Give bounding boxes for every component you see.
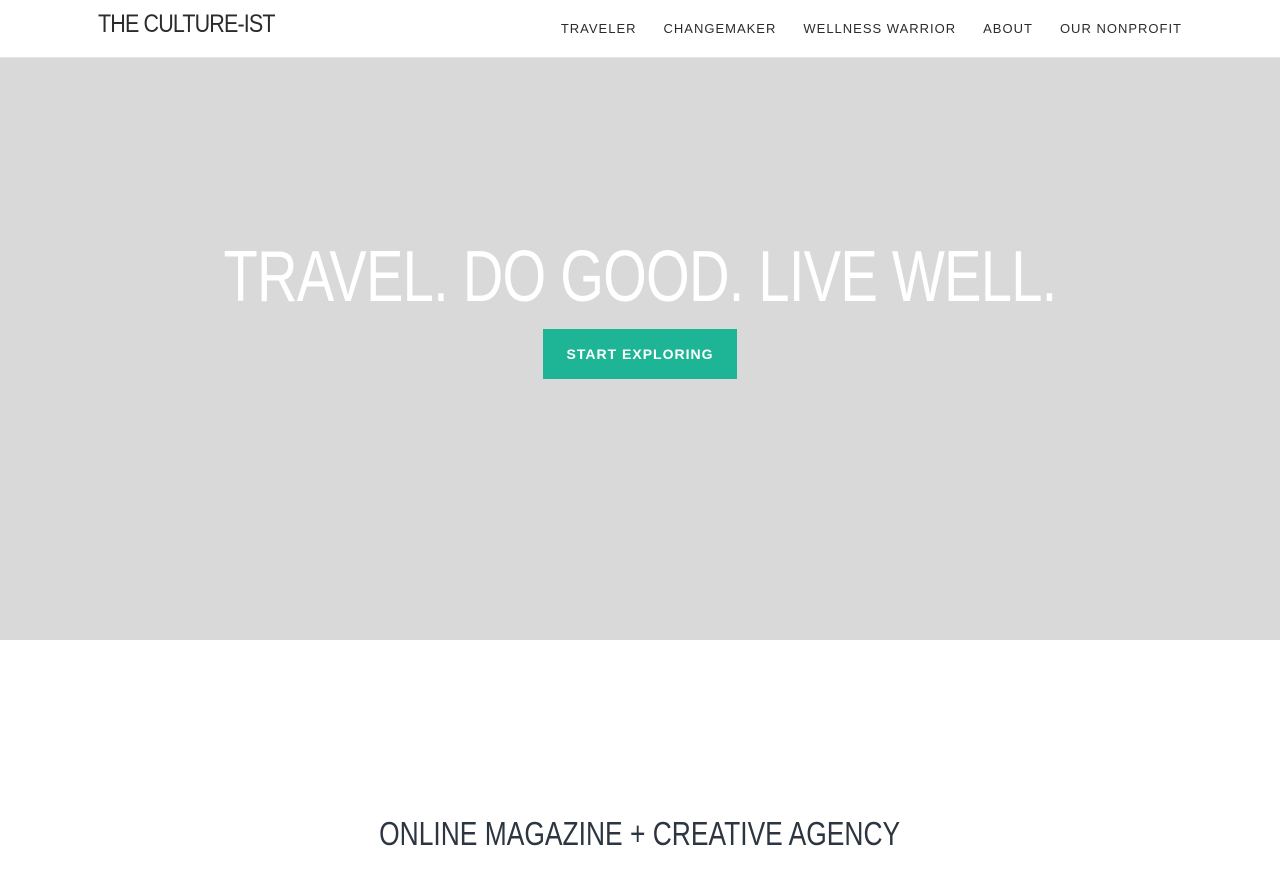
site-logo[interactable]: THE CULTURE-IST [98,10,275,39]
nav-item-traveler[interactable]: TRAVELER [561,21,637,36]
main-nav: TRAVELER CHANGEMAKER WELLNESS WARRIOR AB… [534,0,1182,57]
hero-section: TRAVEL. DO GOOD. LIVE WELL. START EXPLOR… [0,58,1280,640]
tagline-text: ONLINE MAGAZINE + CREATIVE AGENCY [379,815,901,853]
hero-title: TRAVEL. DO GOOD. LIVE WELL. [0,241,1280,313]
section-tagline: ONLINE MAGAZINE + CREATIVE AGENCY [0,815,1280,853]
start-exploring-button[interactable]: START EXPLORING [543,329,737,379]
nav-item-about[interactable]: ABOUT [983,21,1033,36]
nav-item-wellness-warrior[interactable]: WELLNESS WARRIOR [803,21,956,36]
hero-title-text: TRAVEL. DO GOOD. LIVE WELL. [223,237,1057,318]
nav-item-our-nonprofit[interactable]: OUR NONPROFIT [1060,21,1182,36]
site-header: THE CULTURE-IST TRAVELER CHANGEMAKER WEL… [0,0,1280,58]
nav-item-changemaker[interactable]: CHANGEMAKER [664,21,777,36]
